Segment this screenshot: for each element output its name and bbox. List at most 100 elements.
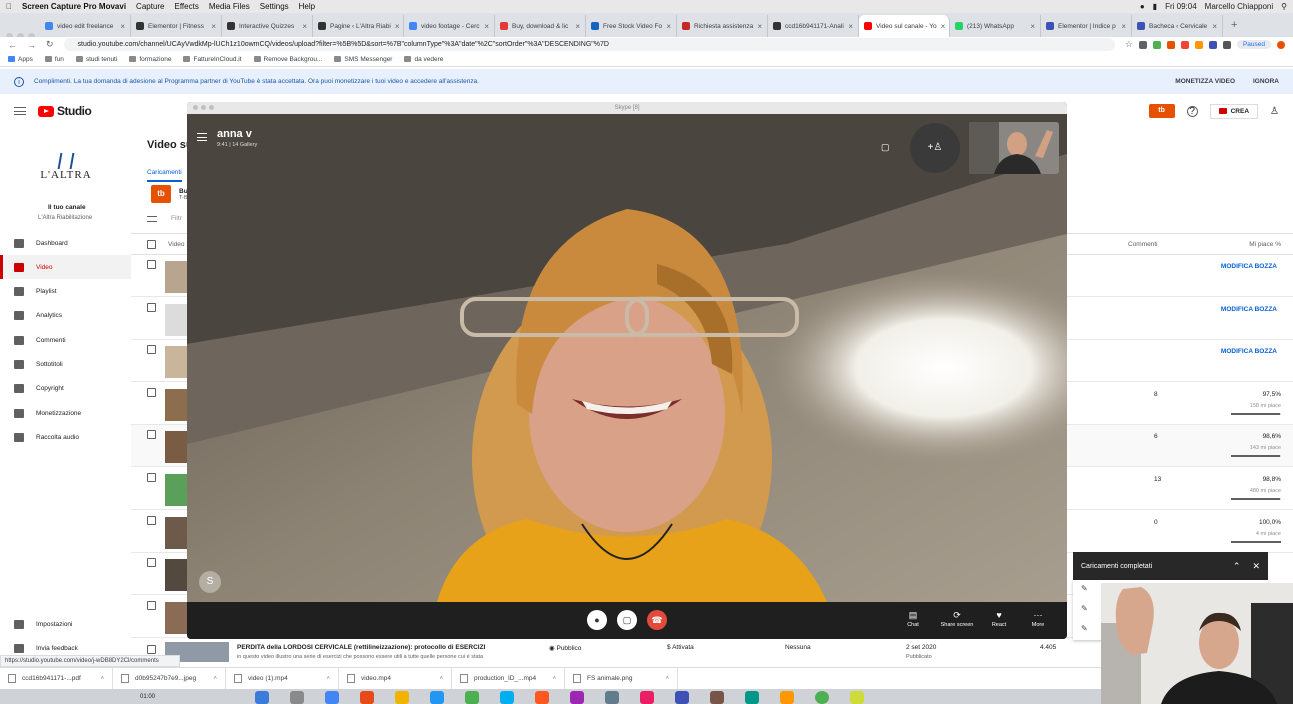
layout-icon[interactable]: ▢ [881, 142, 890, 153]
bookmark-item[interactable]: Apps [8, 56, 33, 63]
edit-pencil-icon[interactable]: ✎ [1081, 624, 1088, 633]
row-checkbox[interactable] [147, 387, 156, 397]
app-icon[interactable] [465, 691, 479, 704]
bookmark-item[interactable]: fun [44, 56, 64, 63]
mic-button[interactable]: ● [587, 610, 607, 630]
edit-pencil-icon[interactable]: ✎ [1081, 604, 1088, 613]
tab-close-icon[interactable]: × [211, 22, 216, 31]
url-field[interactable]: studio.youtube.com/channel/UCAyVwdkMp-lU… [63, 38, 1115, 51]
share-screen-button[interactable]: ⟳ Share screen [937, 610, 977, 628]
video-thumbnail[interactable] [165, 261, 187, 293]
download-item[interactable]: d0b95247b7e9...jpeg ˄ [113, 667, 226, 690]
skype-call-window[interactable]: Skype [8] anna v 9:41 | 14 Gallery ▢ +♙ … [187, 102, 1067, 639]
bookmark-item[interactable]: SMS Messenger [334, 56, 392, 63]
more-button[interactable]: ⋯ More [1018, 610, 1058, 628]
menu-settings[interactable]: Settings [260, 2, 289, 11]
app-icon[interactable] [430, 691, 444, 704]
help-icon[interactable]: ? [1186, 105, 1198, 117]
row-checkbox[interactable] [147, 260, 156, 269]
ignore-button[interactable]: IGNORA [1253, 78, 1279, 85]
window-controls[interactable] [193, 105, 214, 110]
sidebar-item-copyright[interactable]: Copyright [0, 377, 131, 401]
back-icon[interactable]: ← [8, 40, 17, 50]
tab-close-icon[interactable]: × [302, 22, 307, 31]
browser-tab[interactable]: Interactive Quizzes × [222, 15, 313, 37]
add-participant-button[interactable]: +♙ [910, 123, 960, 173]
app-icon[interactable] [570, 691, 584, 704]
collapse-icon[interactable]: ⌃ [1233, 561, 1241, 572]
video-thumbnail[interactable] [165, 303, 187, 336]
extension-icon[interactable] [1208, 40, 1217, 49]
table-row[interactable]: PERDITA della LORDOSI CERVICALE (rettili… [131, 641, 1101, 662]
account-icon[interactable]: ♙ [1270, 106, 1279, 117]
sidebar-item-raccolta-audio[interactable]: Raccolta audio [0, 425, 131, 449]
row-checkbox[interactable] [147, 302, 156, 312]
tab-close-icon[interactable]: × [575, 22, 580, 31]
app-icon[interactable] [850, 691, 864, 704]
chrome-icon[interactable] [325, 691, 339, 704]
create-button[interactable]: CREA [1209, 103, 1259, 119]
video-thumbnail[interactable] [165, 346, 187, 379]
react-button[interactable]: ♥ React [979, 610, 1019, 628]
sidebar-item-commenti[interactable]: Commenti [0, 328, 131, 352]
row-checkbox[interactable] [147, 558, 156, 568]
channel-avatar[interactable]: L'ALTRA [40, 141, 92, 193]
bookmark-item[interactable]: FattureInCloud.it [183, 56, 242, 63]
forward-icon[interactable]: → [27, 40, 36, 50]
app-icon[interactable] [745, 691, 759, 704]
clock[interactable]: Fri 09:04 [1165, 2, 1197, 11]
skype-icon[interactable] [500, 691, 514, 704]
app-menu[interactable]: Screen Capture Pro Movavi [22, 2, 126, 11]
download-item[interactable]: video (1).mp4 ˄ [226, 667, 339, 690]
app-icon[interactable] [360, 691, 374, 704]
download-menu-icon[interactable]: ˄ [326, 676, 330, 682]
sidebar-item-sottotitoli[interactable]: Sottotitoli [0, 353, 131, 377]
app-icon[interactable] [780, 691, 794, 704]
visibility-cell[interactable]: ◉ Pubblico [549, 644, 581, 652]
app-icon[interactable] [640, 691, 654, 704]
download-menu-icon[interactable]: ˄ [665, 676, 669, 682]
end-call-button[interactable]: ☎ [647, 610, 667, 630]
bookmark-item[interactable]: Remove Backgrou... [253, 56, 322, 63]
select-all-checkbox[interactable] [147, 240, 156, 249]
your-channel-label[interactable]: Il tuo canale [48, 204, 86, 211]
browser-tab[interactable]: Elementor | Indice p × [1041, 15, 1132, 37]
video-thumbnail[interactable] [165, 516, 187, 549]
video-thumbnail[interactable] [165, 559, 187, 592]
sidebar-item-monetizzazione[interactable]: Monetizzazione [0, 401, 131, 425]
menu-effects[interactable]: Effects [175, 2, 199, 11]
battery-icon[interactable]: ▮ [1153, 2, 1157, 11]
download-menu-icon[interactable]: ˄ [213, 676, 217, 682]
sidebar-item-impostazioni[interactable]: Impostazioni [0, 612, 131, 636]
browser-tab[interactable]: Bacheca ‹ Cervicale × [1132, 15, 1223, 37]
sidebar-item-playlist[interactable]: Playlist [0, 280, 131, 304]
finder-icon[interactable] [255, 691, 269, 704]
extension-icon[interactable] [1138, 40, 1147, 49]
app-icon[interactable] [535, 691, 549, 704]
video-thumbnail[interactable] [165, 388, 187, 421]
user-name[interactable]: Marcello Chiapponi [1205, 2, 1273, 11]
wifi-icon[interactable]: ● [1140, 2, 1145, 11]
bookmark-item[interactable]: da vedere [404, 56, 443, 63]
row-checkbox[interactable] [147, 515, 156, 525]
extension-icon[interactable] [1166, 40, 1175, 49]
row-checkbox[interactable] [147, 600, 156, 610]
self-view-video[interactable] [969, 122, 1059, 174]
launchpad-icon[interactable] [290, 691, 304, 704]
col-comments[interactable]: Commenti [1128, 241, 1158, 248]
filter-bar[interactable]: Filtr [147, 215, 182, 222]
browser-tab[interactable]: video edit freelance × [40, 15, 131, 37]
row-checkbox[interactable] [147, 473, 156, 482]
bookmark-item[interactable]: formazione [129, 56, 171, 63]
browser-tab[interactable]: Elementor | Fitness × [131, 15, 222, 37]
filter-icon[interactable] [147, 215, 157, 222]
tab-close-icon[interactable]: × [484, 22, 489, 31]
app-icon[interactable] [815, 691, 829, 704]
tab-close-icon[interactable]: × [1121, 22, 1126, 31]
sidebar-item-video[interactable]: Video [0, 255, 131, 280]
bookmark-item[interactable]: studi tenuti [75, 56, 117, 63]
row-checkbox[interactable] [147, 345, 156, 355]
download-menu-icon[interactable]: ˄ [439, 676, 443, 682]
app-icon[interactable] [675, 691, 689, 704]
tab-uploads[interactable]: Caricamenti [147, 169, 182, 182]
